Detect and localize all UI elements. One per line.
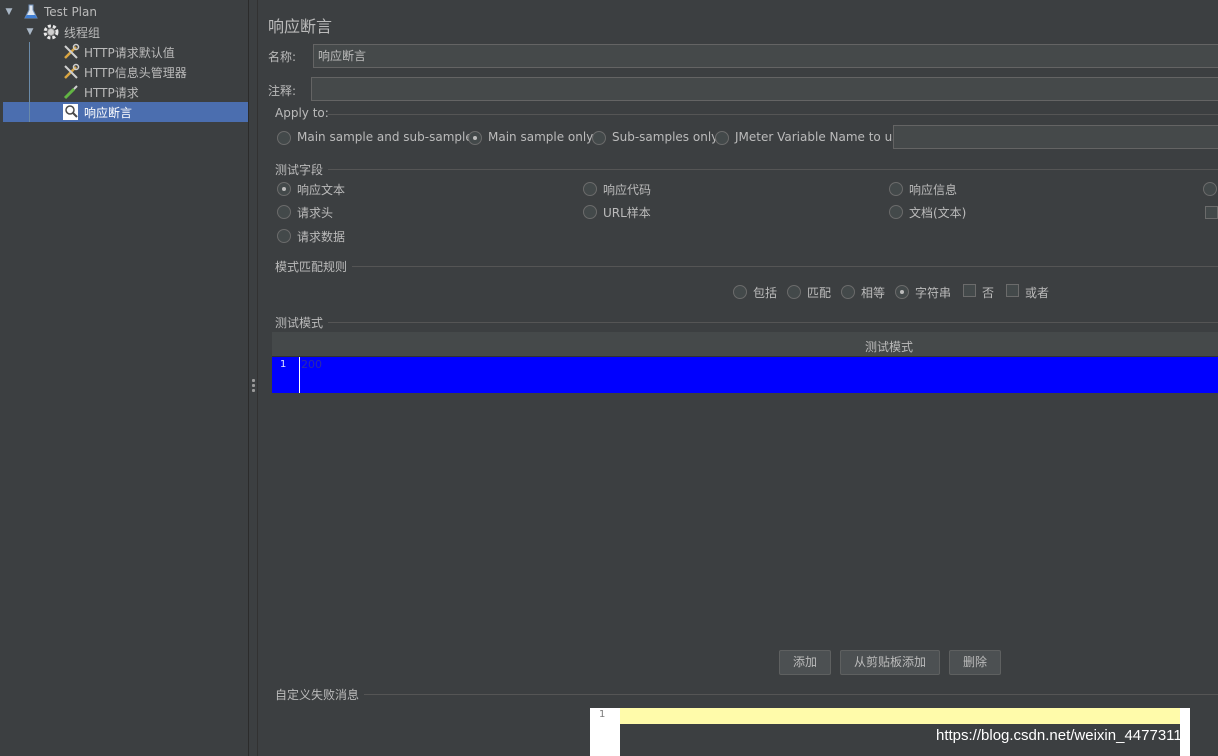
section-divider [352, 266, 1218, 267]
failure-editor-current-line[interactable] [620, 708, 1180, 724]
tree-item-test-plan[interactable]: Test Plan [22, 2, 97, 22]
field-url-sample-radio[interactable] [583, 205, 597, 219]
text-cursor [299, 357, 300, 393]
delete-button[interactable]: 删除 [949, 650, 1001, 675]
failure-message-legend: 自定义失败消息 [275, 688, 360, 702]
line-number: 1 [280, 359, 287, 370]
field-request-headers-radio[interactable] [277, 205, 291, 219]
name-label: 名称: [268, 50, 297, 64]
comment-field[interactable] [311, 77, 1218, 101]
apply-sub-only-radio[interactable] [592, 131, 606, 145]
add-button[interactable]: 添加 [779, 650, 831, 675]
patterns-table-header[interactable]: 测试模式 [272, 332, 1218, 357]
tree-item-thread-group[interactable]: 线程组 [42, 22, 100, 42]
rule-or-checkbox[interactable] [1006, 284, 1019, 297]
field-option-label: 响应信息 [909, 183, 958, 197]
panel-splitter[interactable] [249, 0, 258, 756]
collapse-arrow-icon[interactable]: ▼ [25, 27, 35, 37]
tree-item-label: HTTP信息头管理器 [84, 65, 187, 80]
apply-option-label: Main sample and sub-samples [297, 130, 479, 144]
apply-jmeter-var-radio[interactable] [715, 131, 729, 145]
gear-icon [42, 23, 60, 41]
field-extra-radio[interactable] [1203, 182, 1217, 196]
section-divider [364, 694, 1218, 695]
field-extra-checkbox[interactable] [1205, 206, 1218, 219]
apply-main-and-sub-radio[interactable] [277, 131, 291, 145]
rule-equals-radio[interactable] [841, 285, 855, 299]
assertion-editor-panel: 响应断言 名称: 响应断言 注释: Apply to: Main sample … [258, 0, 1218, 756]
failure-editor-gutter: 1 [590, 708, 620, 756]
add-from-clipboard-button[interactable]: 从剪贴板添加 [840, 650, 940, 675]
tree-item-response-assertion[interactable]: 响应断言 [62, 102, 132, 122]
rule-option-label: 包括 [753, 286, 778, 300]
rule-option-label: 或者 [1025, 286, 1050, 300]
pipette-icon [62, 83, 80, 101]
tree-item-label: HTTP请求默认值 [84, 45, 175, 60]
splitter-grip-dot [252, 389, 255, 392]
test-field-legend: 测试字段 [275, 163, 324, 177]
wrench-icon [62, 43, 80, 61]
page-title: 响应断言 [268, 17, 333, 36]
test-plan-tree[interactable]: ▼ Test Plan ▼ 线程组 HTTP请求默认值 HTTP信息头管理器 H… [0, 0, 249, 756]
tree-guide-line [29, 42, 30, 122]
splitter-grip-dot [252, 384, 255, 387]
tree-item-label: Test Plan [44, 5, 97, 19]
splitter-grip-dot [252, 379, 255, 382]
table-row[interactable]: 1 200 [272, 357, 1218, 393]
rule-contains-radio[interactable] [733, 285, 747, 299]
comment-label: 注释: [268, 84, 297, 98]
rule-substring-radio[interactable] [895, 285, 909, 299]
apply-option-label: Main sample only [488, 130, 594, 144]
section-divider [328, 114, 1218, 115]
field-option-label: 请求数据 [297, 230, 346, 244]
collapse-arrow-icon[interactable]: ▼ [4, 7, 14, 17]
tree-item-label: HTTP请求 [84, 85, 139, 100]
pattern-rules-legend: 模式匹配规则 [275, 260, 348, 274]
field-option-label: 响应文本 [297, 183, 346, 197]
tree-item-http-request[interactable]: HTTP请求 [62, 82, 139, 102]
rule-option-label: 否 [982, 286, 995, 300]
section-divider [328, 322, 1218, 323]
tree-item-label: 线程组 [64, 25, 101, 40]
wrench-icon [62, 63, 80, 81]
field-response-message-radio[interactable] [889, 182, 903, 196]
section-divider [328, 169, 1218, 170]
apply-option-label: Sub-samples only [612, 130, 719, 144]
flask-icon [22, 3, 40, 21]
tree-item-label: 响应断言 [84, 105, 133, 120]
tree-item-header-manager[interactable]: HTTP信息头管理器 [62, 62, 187, 82]
field-response-code-radio[interactable] [583, 182, 597, 196]
watermark-text: https://blog.csdn.net/weixin_44773118 [936, 727, 1191, 744]
field-option-label: 文档(文本) [909, 206, 967, 220]
rule-option-label: 匹配 [807, 286, 832, 300]
rule-matches-radio[interactable] [787, 285, 801, 299]
line-number: 1 [599, 709, 606, 720]
jmeter-variable-field[interactable] [893, 125, 1218, 149]
field-document-radio[interactable] [889, 205, 903, 219]
pattern-value[interactable]: 200 [301, 358, 322, 371]
name-field[interactable]: 响应断言 [313, 44, 1218, 68]
apply-option-label: JMeter Variable Name to use [735, 130, 906, 144]
rule-option-label: 字符串 [915, 286, 952, 300]
field-request-data-radio[interactable] [277, 229, 291, 243]
rule-not-checkbox[interactable] [963, 284, 976, 297]
column-header-label: 测试模式 [865, 340, 914, 354]
magnifier-icon [62, 103, 80, 121]
field-option-label: 请求头 [297, 206, 334, 220]
field-option-label: URL样本 [603, 206, 651, 220]
apply-to-legend: Apply to: [275, 106, 329, 120]
tree-item-http-defaults[interactable]: HTTP请求默认值 [62, 42, 175, 62]
field-option-label: 响应代码 [603, 183, 652, 197]
apply-main-only-radio[interactable] [468, 131, 482, 145]
field-response-text-radio[interactable] [277, 182, 291, 196]
rule-option-label: 相等 [861, 286, 886, 300]
patterns-legend: 测试模式 [275, 316, 324, 330]
